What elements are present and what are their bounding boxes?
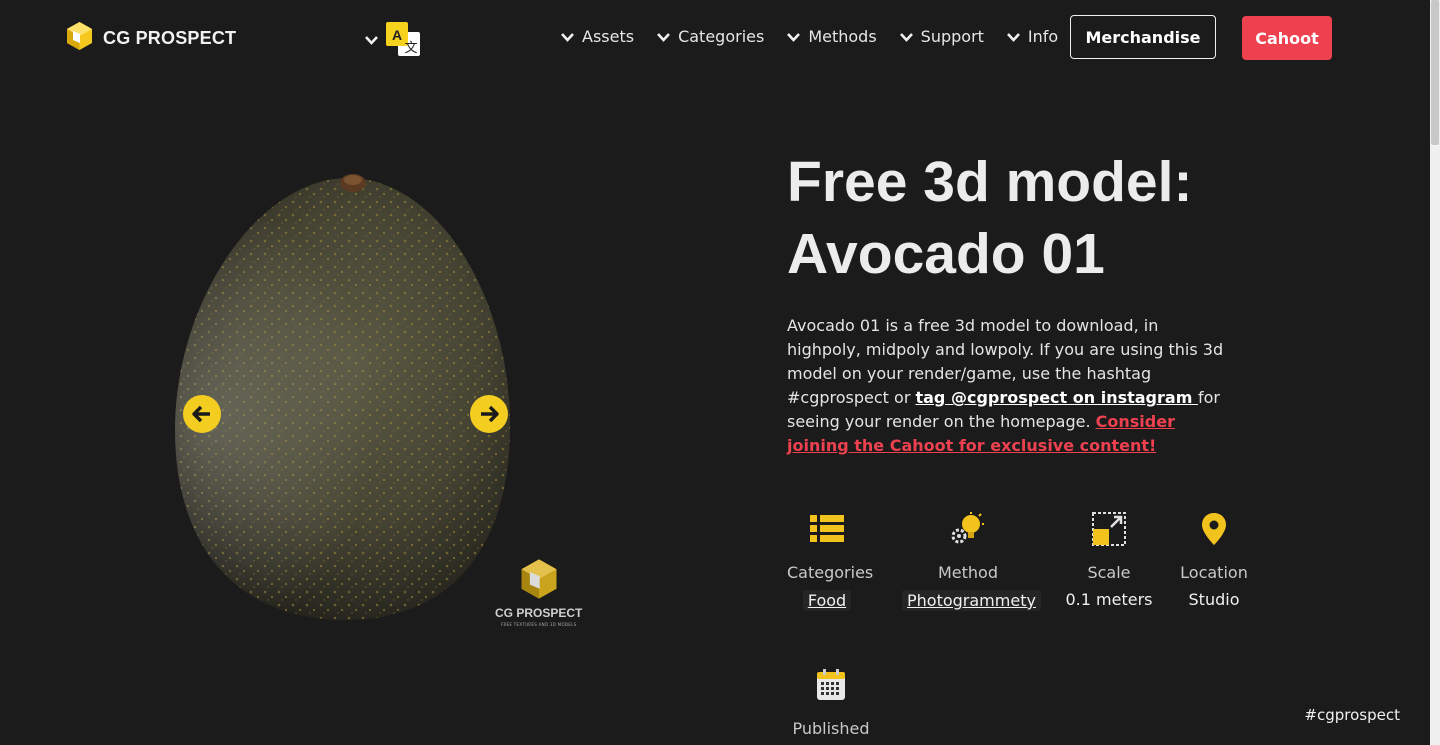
model-viewer[interactable]: CG PROSPECT FREE TEXTURES AND 3D MODELS — [150, 160, 610, 640]
chevron-down-icon — [899, 33, 913, 42]
instagram-link[interactable]: tag @cgprospect on instagram — [915, 388, 1197, 407]
stat-location: Location Studio — [1178, 512, 1250, 609]
map-pin-icon — [1178, 512, 1250, 546]
title-line-1: Free 3d model: — [787, 150, 1193, 214]
nav-label: Info — [1027, 27, 1059, 46]
cube-logo-icon — [66, 21, 93, 55]
nav-label: Categories — [678, 27, 765, 46]
language-selector[interactable]: A 文 — [364, 21, 421, 61]
cube-logo-icon — [521, 559, 557, 599]
watermark-subtitle: FREE TEXTURES AND 3D MODELS — [500, 622, 577, 627]
nav-categories[interactable]: Categories — [656, 27, 764, 46]
model-description: Avocado 01 is a free 3d model to downloa… — [787, 314, 1225, 458]
stat-categories: Categories Food — [787, 512, 874, 611]
arrow-right-icon — [481, 405, 499, 423]
category-link[interactable]: Food — [802, 590, 852, 611]
lightbulb-gear-icon — [902, 512, 1034, 546]
watermark: CG PROSPECT FREE TEXTURES AND 3D MODELS — [495, 558, 582, 627]
main-nav: Assets Categories Methods Support Info — [560, 27, 1058, 46]
title-line-2: Avocado 01 — [787, 222, 1105, 286]
chevron-down-icon — [787, 33, 801, 42]
nav-info[interactable]: Info — [1006, 27, 1058, 46]
translate-icon: A 文 — [385, 21, 421, 61]
resize-icon — [1064, 512, 1154, 546]
next-image-button[interactable] — [470, 395, 508, 433]
scrollbar-thumb[interactable] — [1431, 0, 1439, 145]
chevron-down-icon — [364, 32, 379, 51]
hashtag-text: #cgprospect — [1304, 706, 1400, 724]
location-value: Studio — [1188, 590, 1240, 609]
watermark-title: CG PROSPECT — [495, 606, 583, 620]
chevron-down-icon — [561, 33, 574, 42]
nav-support[interactable]: Support — [899, 27, 984, 46]
stat-label: Categories — [787, 563, 874, 582]
list-icon — [787, 512, 867, 546]
stat-label: Location — [1180, 563, 1248, 582]
chevron-down-icon — [657, 33, 671, 42]
merchandise-button[interactable]: Merchandise — [1070, 15, 1216, 59]
svg-text:A: A — [392, 27, 402, 43]
previous-image-button[interactable] — [183, 395, 221, 433]
scale-value: 0.1 meters — [1065, 590, 1153, 609]
stat-scale: Scale 0.1 meters — [1064, 512, 1154, 609]
method-link[interactable]: Photogrammety — [902, 590, 1041, 611]
nav-label: Assets — [582, 27, 635, 46]
scrollbar-track[interactable] — [1430, 0, 1440, 745]
stat-label: Method — [937, 563, 998, 582]
nav-methods[interactable]: Methods — [786, 27, 877, 46]
cahoot-button[interactable]: Cahoot — [1242, 16, 1332, 60]
nav-label: Support — [920, 27, 984, 46]
stat-published: Published — [790, 668, 872, 738]
nav-assets[interactable]: Assets — [560, 27, 634, 46]
stat-label: Published — [792, 719, 870, 738]
stat-label: Scale — [1087, 563, 1131, 582]
page-title: Free 3d model: Avocado 01 — [787, 146, 1347, 290]
svg-text:文: 文 — [404, 41, 417, 56]
stat-method: Method Photogrammety — [902, 512, 1041, 611]
site-logo[interactable]: CG PROSPECT — [66, 21, 236, 55]
calendar-icon — [790, 668, 872, 702]
logo-text: CG PROSPECT — [103, 27, 237, 48]
chevron-down-icon — [1006, 33, 1020, 42]
nav-label: Methods — [808, 27, 877, 46]
arrow-left-icon — [192, 405, 210, 423]
